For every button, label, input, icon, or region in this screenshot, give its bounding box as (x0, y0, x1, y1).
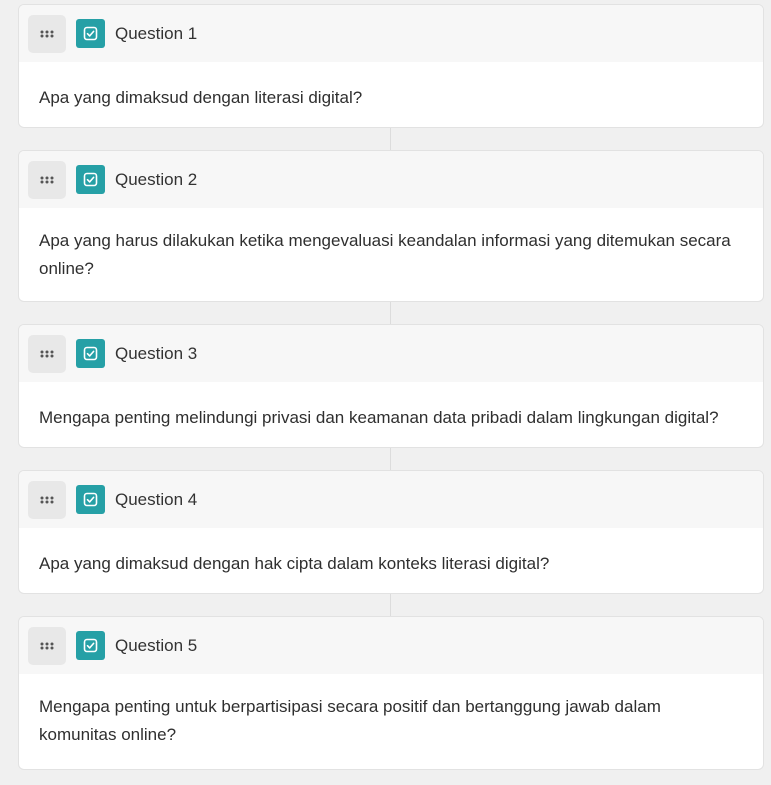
drag-handle[interactable] (28, 334, 66, 373)
question-list: Question 1 Apa yang dimaksud dengan lite… (0, 0, 771, 785)
drag-handle[interactable] (28, 480, 66, 519)
question-title: Question 1 (115, 23, 198, 43)
question-header: Question 4 (19, 471, 763, 528)
question-header: Question 1 (19, 5, 763, 62)
drag-dots-icon (40, 30, 54, 37)
question-header: Question 2 (19, 151, 763, 208)
question-title: Question 3 (115, 343, 198, 363)
checkbox-check-icon (76, 485, 105, 514)
question-header: Question 3 (19, 325, 763, 382)
drag-handle[interactable] (28, 160, 66, 199)
question-card-4[interactable]: Question 4 Apa yang dimaksud dengan hak … (18, 470, 764, 594)
question-title: Question 2 (115, 169, 198, 189)
question-card-2[interactable]: Question 2 Apa yang harus dilakukan keti… (18, 150, 764, 302)
question-text: Mengapa penting melindungi privasi dan k… (39, 408, 719, 427)
connector-line (390, 128, 391, 150)
question-title: Question 5 (115, 635, 198, 655)
question-card-5[interactable]: Question 5 Mengapa penting untuk berpart… (18, 616, 764, 770)
question-text: Apa yang harus dilakukan ketika mengeval… (39, 231, 731, 278)
question-text: Apa yang dimaksud dengan literasi digita… (39, 88, 363, 107)
checkbox-check-icon (76, 165, 105, 194)
drag-dots-icon (40, 642, 54, 649)
question-card-1[interactable]: Question 1 Apa yang dimaksud dengan lite… (18, 4, 764, 128)
drag-handle[interactable] (28, 14, 66, 53)
checkbox-check-icon (76, 339, 105, 368)
drag-dots-icon (40, 496, 54, 503)
drag-dots-icon (40, 350, 54, 357)
question-card-3[interactable]: Question 3 Mengapa penting melindungi pr… (18, 324, 764, 448)
question-text: Mengapa penting untuk berpartisipasi sec… (39, 697, 661, 744)
drag-dots-icon (40, 176, 54, 183)
checkbox-check-icon (76, 631, 105, 660)
connector-line (390, 448, 391, 470)
question-text: Apa yang dimaksud dengan hak cipta dalam… (39, 554, 550, 573)
connector-line (390, 302, 391, 324)
question-header: Question 5 (19, 617, 763, 674)
question-title: Question 4 (115, 489, 198, 509)
checkbox-check-icon (76, 19, 105, 48)
drag-handle[interactable] (28, 626, 66, 665)
connector-line (390, 594, 391, 616)
